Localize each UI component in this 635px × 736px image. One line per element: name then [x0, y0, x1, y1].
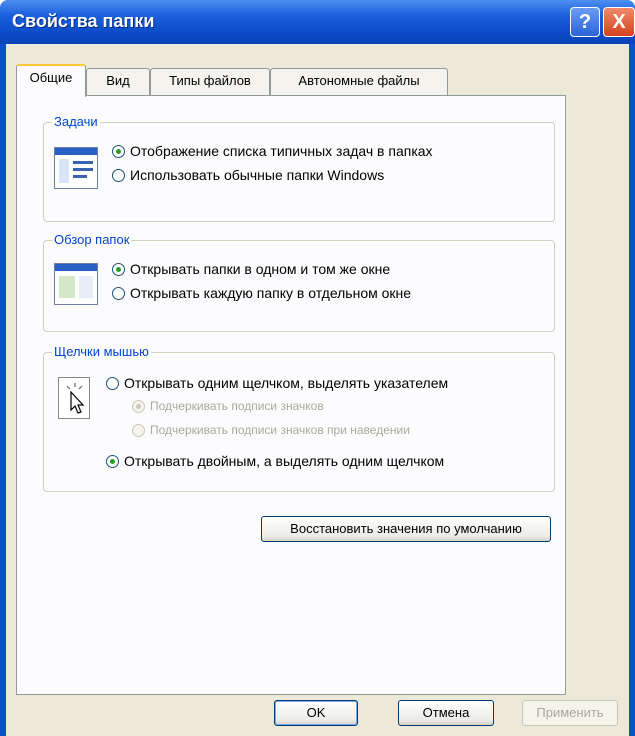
radio-label: Открывать двойным, а выделять одним щелч…	[124, 453, 445, 469]
title-bar[interactable]: Свойства папки ? X	[0, 0, 635, 44]
group-tasks-label: Задачи	[52, 114, 100, 129]
radio-label: Открывать одним щелчком, выделять указат…	[124, 375, 449, 391]
tab-offline-files[interactable]: Автономные файлы	[270, 68, 448, 95]
radio-label: Открывать каждую папку в отдельном окне	[130, 285, 412, 301]
radio-button-icon	[112, 168, 125, 182]
radio-classic-folders[interactable]: Использовать обычные папки Windows	[112, 167, 384, 183]
radio-label: Подчеркивать подписи значков	[150, 399, 324, 413]
radio-button-icon	[132, 399, 145, 413]
tab-view[interactable]: Вид	[86, 68, 150, 95]
help-button[interactable]: ?	[570, 7, 600, 37]
radio-underline-hover[interactable]: Подчеркивать подписи значков при наведен…	[132, 423, 410, 437]
radio-button-icon	[106, 376, 119, 390]
radio-label: Открывать папки в одном и том же окне	[130, 261, 391, 277]
folder-options-dialog: Свойства папки ? X Общие Вид Типы файлов…	[0, 0, 635, 736]
group-clicks-label: Щелчки мышью	[52, 344, 151, 359]
window-title: Свойства папки	[12, 11, 155, 31]
radio-underline-always[interactable]: Подчеркивать подписи значков	[132, 399, 324, 413]
group-browse-folders: Обзор папок Открывать папки в одном и то…	[43, 232, 555, 332]
radio-show-common-tasks[interactable]: Отображение списка типичных задач в папк…	[112, 143, 433, 159]
mouse-click-icon	[58, 377, 90, 419]
tab-file-types[interactable]: Типы файлов	[150, 68, 270, 95]
group-mouse-clicks: Щелчки мышью Открывать одним щелчком, вы…	[43, 344, 555, 492]
group-tasks: Задачи Отображение списка типичных задач…	[43, 114, 555, 222]
radio-button-icon	[112, 262, 125, 276]
ok-button[interactable]: OK	[274, 700, 358, 726]
radio-button-icon	[112, 144, 125, 158]
radio-single-click[interactable]: Открывать одним щелчком, выделять указат…	[106, 375, 448, 391]
dialog-client-area: Общие Вид Типы файлов Автономные файлы З…	[6, 44, 629, 736]
apply-button[interactable]: Применить	[522, 700, 618, 726]
cancel-button[interactable]: Отмена	[398, 700, 494, 726]
group-browse-label: Обзор папок	[52, 232, 132, 247]
radio-button-icon	[132, 423, 145, 437]
browse-window-icon	[54, 263, 98, 305]
tab-panel-general: Задачи Отображение списка типичных задач…	[16, 95, 566, 695]
radio-label: Использовать обычные папки Windows	[130, 167, 385, 183]
close-button[interactable]: X	[603, 7, 635, 37]
radio-label: Отображение списка типичных задач в папк…	[130, 143, 433, 159]
radio-button-icon	[106, 454, 119, 468]
radio-same-window[interactable]: Открывать папки в одном и том же окне	[112, 261, 390, 277]
radio-button-icon	[112, 286, 125, 300]
radio-separate-window[interactable]: Открывать каждую папку в отдельном окне	[112, 285, 411, 301]
restore-defaults-button[interactable]: Восстановить значения по умолчанию	[261, 516, 551, 542]
radio-label: Подчеркивать подписи значков при наведен…	[150, 423, 410, 437]
tab-general[interactable]: Общие	[16, 64, 86, 97]
radio-double-click[interactable]: Открывать двойным, а выделять одним щелч…	[106, 453, 444, 469]
tasks-folder-icon	[54, 147, 98, 189]
